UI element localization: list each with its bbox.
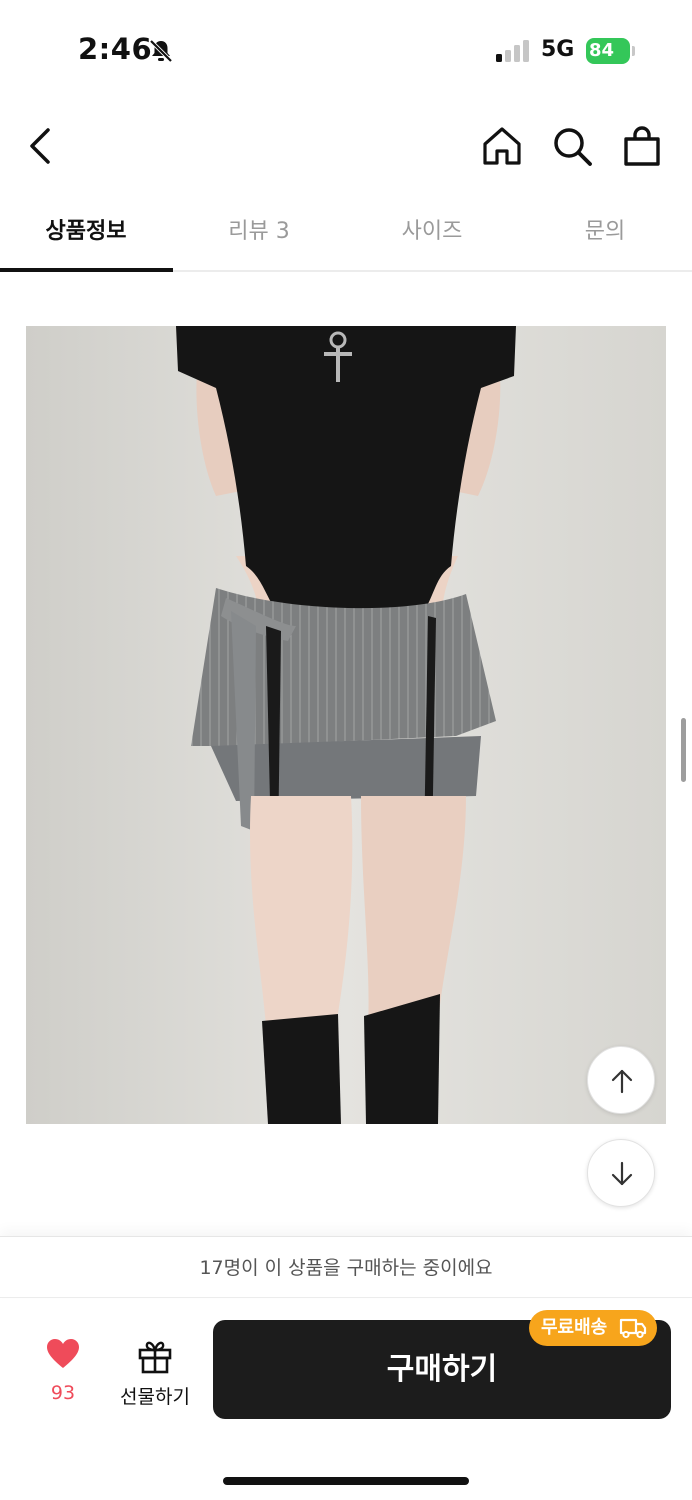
- search-icon[interactable]: [550, 124, 594, 168]
- battery-indicator: 84: [586, 38, 630, 64]
- free-shipping-label: 무료배송: [541, 1317, 608, 1338]
- gift-icon: [138, 1341, 172, 1374]
- cellular-signal-icon: [496, 40, 529, 62]
- scroll-to-bottom-button[interactable]: [587, 1139, 655, 1207]
- product-photo-illustration: [26, 326, 666, 1124]
- home-indicator[interactable]: [223, 1477, 469, 1485]
- free-shipping-badge: 무료배송: [529, 1310, 657, 1346]
- arrow-up-icon: [611, 1069, 633, 1094]
- bell-slash-icon: [149, 39, 173, 63]
- scroll-indicator[interactable]: [681, 718, 686, 782]
- shopping-bag-icon[interactable]: [620, 124, 664, 168]
- buying-now-banner: 17명이 이 상품을 구매하는 중이에요: [0, 1236, 692, 1298]
- status-time: 2:46: [78, 32, 153, 66]
- arrow-down-icon: [611, 1161, 633, 1186]
- status-bar: 2:46 5G 84: [0, 0, 692, 100]
- active-tab-indicator: [0, 268, 173, 272]
- like-count: 93: [50, 1382, 76, 1404]
- tab-reviews[interactable]: 리뷰 3: [173, 196, 345, 270]
- tab-product-info[interactable]: 상품정보: [0, 196, 172, 270]
- scroll-to-top-button[interactable]: [587, 1046, 655, 1114]
- truck-icon: [619, 1318, 647, 1339]
- tab-inquiry[interactable]: 문의: [519, 196, 691, 270]
- battery-level: 84: [589, 40, 615, 61]
- tab-size[interactable]: 사이즈: [346, 196, 518, 270]
- battery-tip: [632, 46, 635, 56]
- chevron-left-icon[interactable]: [22, 124, 62, 168]
- product-tabs: 상품정보 리뷰 3 사이즈 문의: [0, 196, 692, 272]
- network-type-label: 5G: [541, 37, 575, 62]
- gift-button[interactable]: 선물하기: [114, 1338, 196, 1412]
- home-icon[interactable]: [480, 124, 524, 168]
- gift-label: 선물하기: [120, 1386, 190, 1408]
- like-button[interactable]: 93: [30, 1338, 96, 1412]
- product-photo: [26, 326, 666, 1124]
- heart-icon: [47, 1339, 79, 1368]
